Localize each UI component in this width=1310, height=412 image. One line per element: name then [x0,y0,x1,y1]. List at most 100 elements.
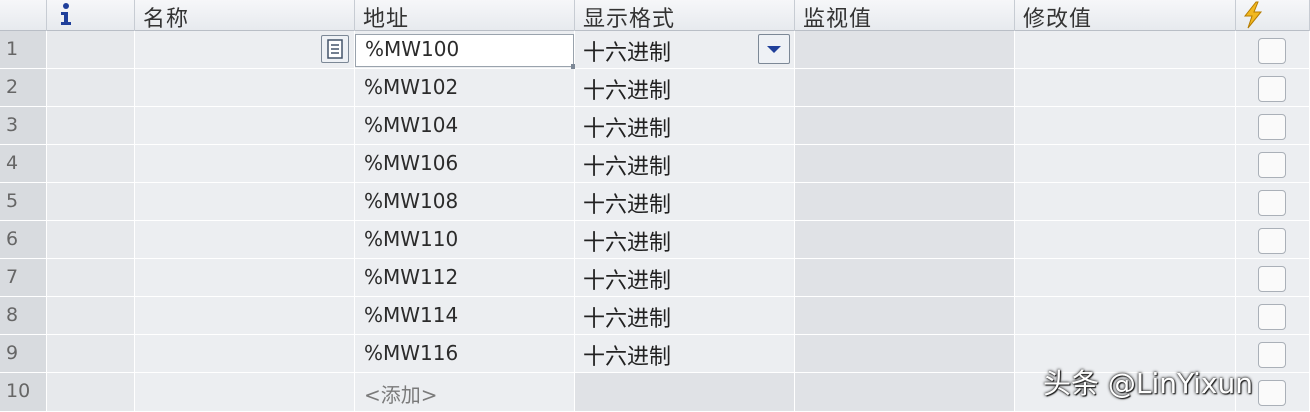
modify-checkbox[interactable] [1258,152,1286,178]
modify-checkbox[interactable] [1258,38,1286,64]
header-row-number [0,0,47,31]
address-input[interactable]: %MW100 [355,34,576,69]
modify-value-cell[interactable] [1015,107,1236,145]
header-name[interactable]: 名称 [135,0,355,32]
address-cell[interactable]: %MW100 [355,31,576,69]
monitor-value-cell [795,107,1015,145]
table-row[interactable]: 4 %MW106 十六进制 [0,145,1310,183]
address-value: %MW104 [364,113,459,137]
monitor-value-cell [795,335,1015,373]
table-row[interactable]: 8 %MW114 十六进制 [0,297,1310,335]
display-format-cell[interactable]: 十六进制 [575,259,795,297]
display-format-cell[interactable]: 十六进制 [575,69,795,107]
modify-value-cell[interactable] [1015,183,1236,221]
table-row[interactable]: 7 %MW112 十六进制 [0,259,1310,297]
monitor-value-cell [795,183,1015,221]
modify-checkbox[interactable] [1258,342,1286,368]
name-cell[interactable] [135,107,355,145]
name-cell[interactable] [135,373,355,412]
table-row[interactable]: 6 %MW110 十六进制 [0,221,1310,259]
list-icon [327,39,343,59]
name-cell[interactable] [135,259,355,297]
row-number: 10 [0,373,47,412]
modify-checkbox-cell [1236,107,1310,145]
modify-value-cell[interactable] [1015,69,1236,107]
header-info[interactable] [47,0,135,31]
row-info-cell [47,31,135,69]
modify-checkbox[interactable] [1258,190,1286,216]
row-info-cell [47,373,135,412]
header-address-label: 地址 [363,7,410,32]
table-header: 名称 地址 显示格式 监视值 修改值 [0,0,1310,32]
header-monitor-value[interactable]: 监视值 [795,0,1015,32]
display-format-dropdown-button[interactable] [758,34,790,64]
modify-value-cell[interactable] [1015,297,1236,335]
name-cell[interactable] [135,221,355,259]
display-format-cell[interactable]: 十六进制 [575,107,795,145]
modify-value-cell[interactable] [1015,259,1236,297]
address-cell[interactable]: %MW102 [355,69,575,107]
row-info-cell [47,145,135,183]
address-cell[interactable]: %MW108 [355,183,575,221]
table-row[interactable]: 3 %MW104 十六进制 [0,107,1310,145]
display-format-value: 十六进制 [583,269,672,294]
header-display-format[interactable]: 显示格式 [575,0,795,32]
address-cell[interactable]: %MW106 [355,145,575,183]
display-format-cell[interactable]: 十六进制 [575,297,795,335]
name-cell[interactable] [135,297,355,335]
row-number: 5 [0,183,47,221]
add-entry-cell[interactable]: <添加> [355,373,575,412]
modify-checkbox[interactable] [1258,380,1286,406]
modify-checkbox-cell [1236,297,1310,335]
row-number: 4 [0,145,47,183]
modify-checkbox[interactable] [1258,266,1286,292]
row-number: 9 [0,335,47,373]
row-number: 3 [0,107,47,145]
display-format-cell[interactable]: 十六进制 [575,31,795,69]
symbol-list-button[interactable] [321,35,349,63]
address-cell[interactable]: %MW110 [355,221,575,259]
chevron-down-icon [767,46,781,53]
modify-checkbox[interactable] [1258,304,1286,330]
modify-checkbox[interactable] [1258,76,1286,102]
name-cell[interactable] [135,183,355,221]
display-format-value: 十六进制 [583,79,672,104]
add-entry-placeholder: <添加> [364,383,438,407]
address-value: %MW112 [364,265,459,289]
monitor-value-cell [795,221,1015,259]
address-value: %MW114 [364,303,459,327]
address-cell[interactable]: %MW114 [355,297,575,335]
header-force[interactable] [1236,0,1310,31]
address-value: %MW100 [365,37,460,61]
modify-value-cell[interactable] [1015,221,1236,259]
name-cell[interactable] [135,335,355,373]
lightning-icon [1243,1,1263,29]
address-cell[interactable]: %MW104 [355,107,575,145]
modify-checkbox[interactable] [1258,228,1286,254]
header-address[interactable]: 地址 [355,0,575,32]
display-format-value: 十六进制 [583,231,672,256]
name-cell[interactable] [135,145,355,183]
row-number-text: 5 [6,190,19,212]
display-format-cell[interactable]: 十六进制 [575,145,795,183]
display-format-value: 十六进制 [583,155,672,180]
display-format-cell[interactable]: 十六进制 [575,335,795,373]
modify-value-cell[interactable] [1015,145,1236,183]
address-cell[interactable]: %MW116 [355,335,575,373]
table-row[interactable]: 1 %MW100 十六进制 [0,31,1310,69]
header-modify-value[interactable]: 修改值 [1015,0,1236,32]
modify-checkbox[interactable] [1258,114,1286,140]
name-cell[interactable] [135,69,355,107]
display-format-value: 十六进制 [583,193,672,218]
display-format-cell[interactable]: 十六进制 [575,183,795,221]
display-format-cell[interactable]: 十六进制 [575,221,795,259]
row-number-text: 10 [6,380,31,402]
row-info-cell [47,297,135,335]
modify-checkbox-cell [1236,183,1310,221]
name-cell[interactable] [135,31,355,69]
watermark: 头条 @LinYixun [1043,367,1253,400]
table-row[interactable]: 5 %MW108 十六进制 [0,183,1310,221]
table-row[interactable]: 2 %MW102 十六进制 [0,69,1310,107]
modify-value-cell[interactable] [1015,31,1236,69]
address-cell[interactable]: %MW112 [355,259,575,297]
